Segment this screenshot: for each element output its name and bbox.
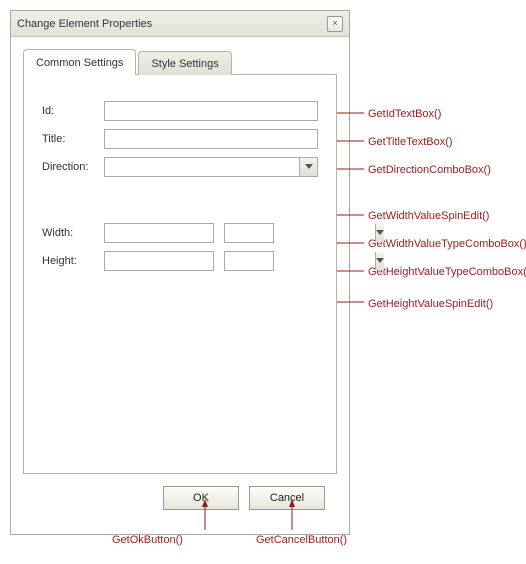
tab-common-settings[interactable]: Common Settings bbox=[23, 49, 136, 75]
ok-button-label: OK bbox=[193, 492, 209, 504]
id-textbox[interactable] bbox=[104, 101, 318, 121]
annotation-height-spin: GetHeightValueSpinEdit() bbox=[368, 298, 493, 310]
cancel-button-label: Cancel bbox=[270, 492, 304, 504]
annotation-direction-combo: GetDirectionComboBox() bbox=[368, 164, 491, 176]
chevron-down-icon bbox=[376, 258, 384, 264]
close-button[interactable]: × bbox=[327, 16, 343, 32]
width-type-dropdown-button[interactable] bbox=[375, 224, 384, 242]
height-label: Height: bbox=[42, 255, 104, 267]
title-label: Title: bbox=[42, 133, 104, 145]
button-row: OK Cancel bbox=[23, 474, 337, 522]
annotation-ok-button: GetOkButton() bbox=[112, 534, 183, 546]
height-spinedit[interactable] bbox=[104, 251, 214, 271]
dialog-window: Change Element Properties × Common Setti… bbox=[10, 10, 350, 535]
direction-combobox[interactable] bbox=[104, 157, 318, 177]
direction-input[interactable] bbox=[105, 158, 299, 176]
width-type-input[interactable] bbox=[225, 224, 375, 242]
row-direction: Direction: bbox=[42, 157, 318, 177]
annotation-title-textbox: GetTitleTextBox() bbox=[368, 136, 453, 148]
tab-label: Style Settings bbox=[151, 58, 218, 70]
direction-label: Direction: bbox=[42, 161, 104, 173]
tab-label: Common Settings bbox=[36, 57, 123, 69]
annotation-width-type-combo: GetWidthValueTypeComboBox() bbox=[368, 238, 526, 250]
cancel-button[interactable]: Cancel bbox=[249, 486, 325, 510]
annotation-cancel-button: GetCancelButton() bbox=[256, 534, 347, 546]
annotation-id-textbox: GetIdTextBox() bbox=[368, 108, 441, 120]
tab-panel-common: Id: Title: Direction: Width: bbox=[23, 74, 337, 474]
titlebar: Change Element Properties × bbox=[11, 11, 349, 37]
annotation-width-spin: GetWidthValueSpinEdit() bbox=[368, 210, 489, 222]
chevron-down-icon bbox=[376, 230, 384, 236]
annotation-height-type-combo: GetHeightValueTypeComboBox() bbox=[368, 266, 526, 278]
row-title: Title: bbox=[42, 129, 318, 149]
title-textbox[interactable] bbox=[104, 129, 318, 149]
ok-button[interactable]: OK bbox=[163, 486, 239, 510]
row-width: Width: bbox=[42, 223, 318, 243]
id-label: Id: bbox=[42, 105, 104, 117]
chevron-down-icon bbox=[305, 164, 313, 170]
width-label: Width: bbox=[42, 227, 104, 239]
height-type-combobox[interactable] bbox=[224, 251, 274, 271]
dialog-title: Change Element Properties bbox=[17, 18, 152, 30]
row-height: Height: bbox=[42, 251, 318, 271]
width-spinedit[interactable] bbox=[104, 223, 214, 243]
close-icon: × bbox=[332, 19, 337, 28]
tab-style-settings[interactable]: Style Settings bbox=[138, 51, 231, 75]
row-id: Id: bbox=[42, 101, 318, 121]
dialog-body: Common Settings Style Settings Id: Title… bbox=[11, 37, 349, 534]
direction-dropdown-button[interactable] bbox=[299, 158, 317, 176]
tab-strip: Common Settings Style Settings bbox=[23, 49, 337, 75]
height-type-input[interactable] bbox=[225, 252, 375, 270]
width-type-combobox[interactable] bbox=[224, 223, 274, 243]
height-type-dropdown-button[interactable] bbox=[375, 252, 384, 270]
